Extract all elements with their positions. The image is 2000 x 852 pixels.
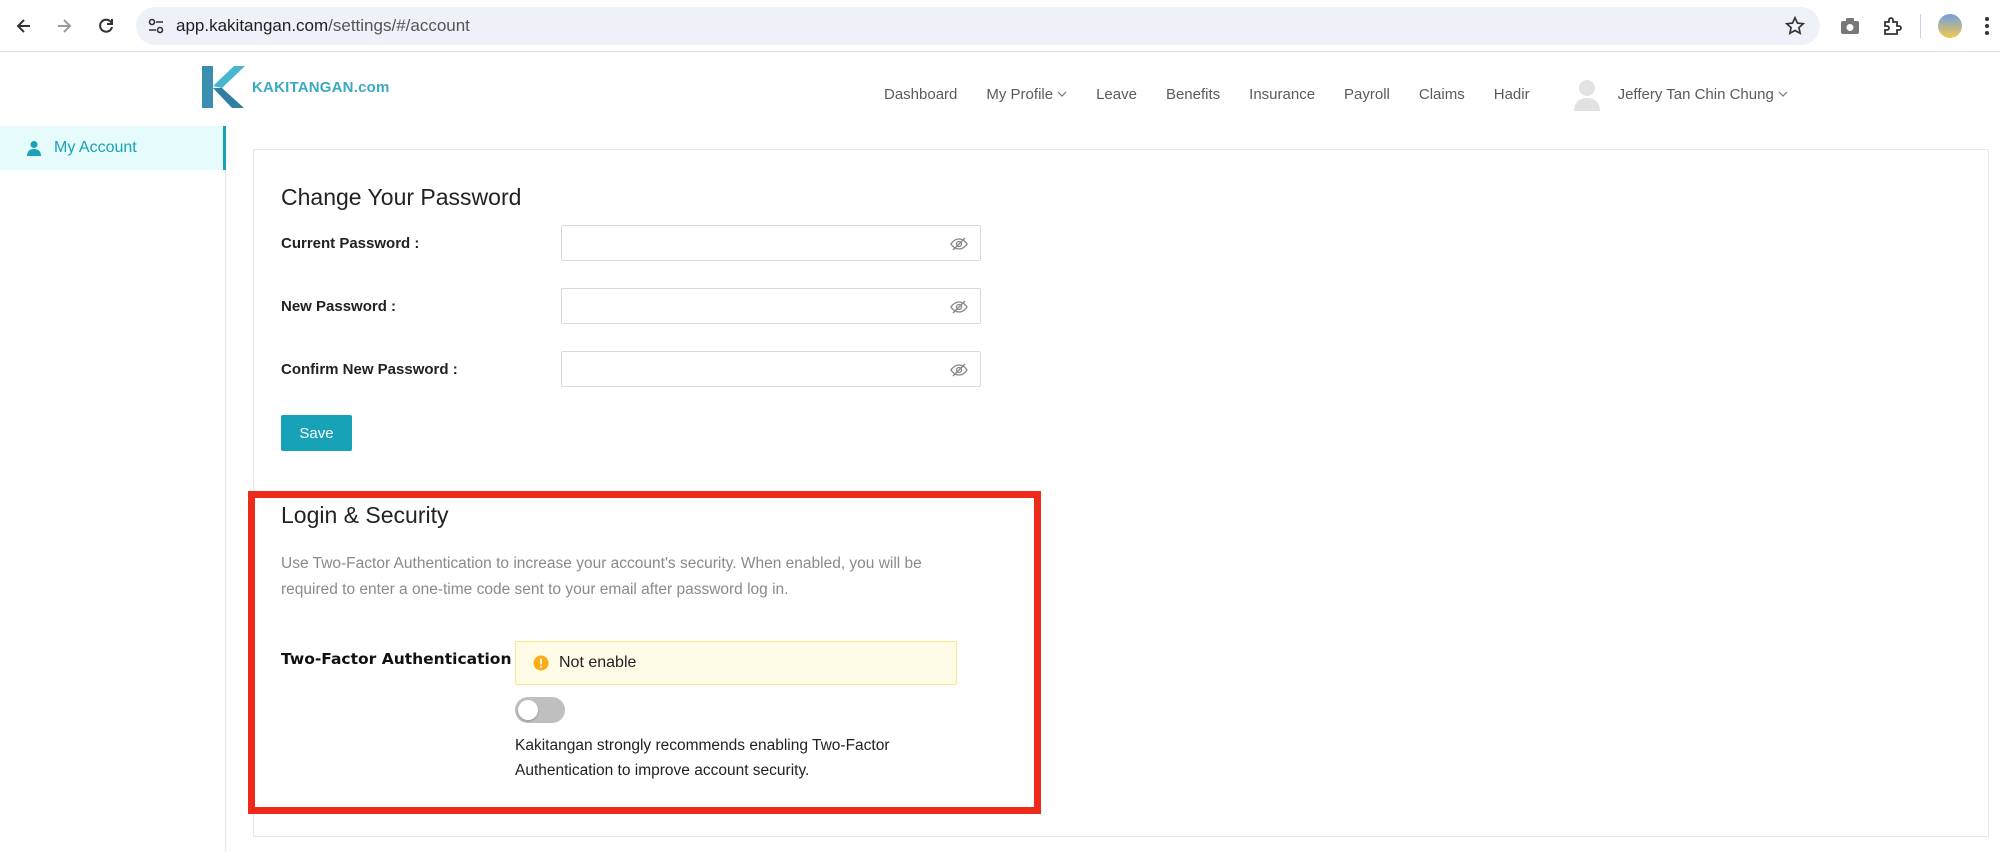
logo-k-icon [202,66,245,108]
site-info-icon[interactable] [146,16,166,36]
new-password-input[interactable] [561,288,981,324]
confirm-password-label-text: Confirm New Password [281,361,449,378]
kakitangan-logo[interactable]: KAKITANGAN.com [200,64,390,110]
nav-claims[interactable]: Claims [1419,86,1465,103]
reload-icon [99,18,113,33]
confirm-password-input[interactable] [561,351,981,387]
browser-menu-icon[interactable] [1982,14,1992,38]
eye-slash-icon[interactable] [950,235,968,253]
nav-label: Payroll [1344,85,1390,103]
chevron-down-icon [1778,91,1788,97]
toolbar-divider [1920,14,1921,38]
back-arrow-icon [16,19,30,33]
eye-slash-icon[interactable] [950,298,968,316]
nav-label: Leave [1096,85,1137,103]
nav-label: Claims [1418,85,1465,103]
new-password-label: New Password : [281,298,397,315]
user-menu[interactable]: Jeffery Tan Chin Chung [1572,77,1788,111]
nav-benefits[interactable]: Benefits [1166,86,1220,103]
sidebar: My Account [0,126,226,852]
nav-label: Hadir [1493,85,1530,103]
user-icon [27,141,41,156]
nav-label: Insurance [1249,85,1316,103]
browser-toolbar: app.kakitangan.com/settings/#/account [0,0,2000,52]
eye-slash-icon[interactable] [950,361,968,379]
address-bar[interactable]: app.kakitangan.com/settings/#/account [136,7,1820,45]
nav-leave[interactable]: Leave [1096,86,1137,103]
highlight-box [248,491,1041,814]
extensions-icon[interactable] [1880,14,1904,38]
main-navigation: Dashboard My Profile Leave Benefits Insu… [884,77,1788,111]
current-password-input[interactable] [561,225,981,261]
url-path: /settings/#/account [328,16,470,35]
nav-label: Benefits [1165,85,1221,103]
nav-hadir[interactable]: Hadir [1494,86,1530,103]
user-name: Jeffery Tan Chin Chung [1617,85,1774,103]
nav-dashboard[interactable]: Dashboard [884,86,957,103]
camera-icon[interactable] [1838,14,1862,38]
browser-profile-avatar[interactable] [1938,14,1962,38]
forward-button[interactable] [50,12,78,40]
logo-text: KAKITANGAN.com [252,78,390,96]
nav-my-profile[interactable]: My Profile [986,86,1067,103]
reload-button[interactable] [92,12,120,40]
nav-label: My Profile [986,85,1054,103]
nav-insurance[interactable]: Insurance [1249,86,1315,103]
nav-label: Dashboard [884,85,958,103]
save-button[interactable]: Save [281,415,352,451]
bookmark-star-icon[interactable] [1784,15,1806,37]
chevron-down-icon [1057,91,1067,97]
user-avatar-icon [1573,80,1600,111]
confirm-password-label: Confirm New Password : [281,361,458,378]
new-password-label-text: New Password [281,298,387,315]
back-button[interactable] [10,12,38,40]
url-text: app.kakitangan.com/settings/#/account [176,16,470,36]
sidebar-item-my-account[interactable]: My Account [0,126,226,170]
current-password-label: Current Password : [281,235,420,252]
current-password-label-text: Current Password [281,235,411,252]
forward-arrow-icon [58,19,72,33]
change-password-title: Change Your Password [281,184,522,210]
nav-payroll[interactable]: Payroll [1344,86,1390,103]
url-host: app.kakitangan.com [176,16,329,35]
sidebar-item-label: My Account [54,139,137,156]
